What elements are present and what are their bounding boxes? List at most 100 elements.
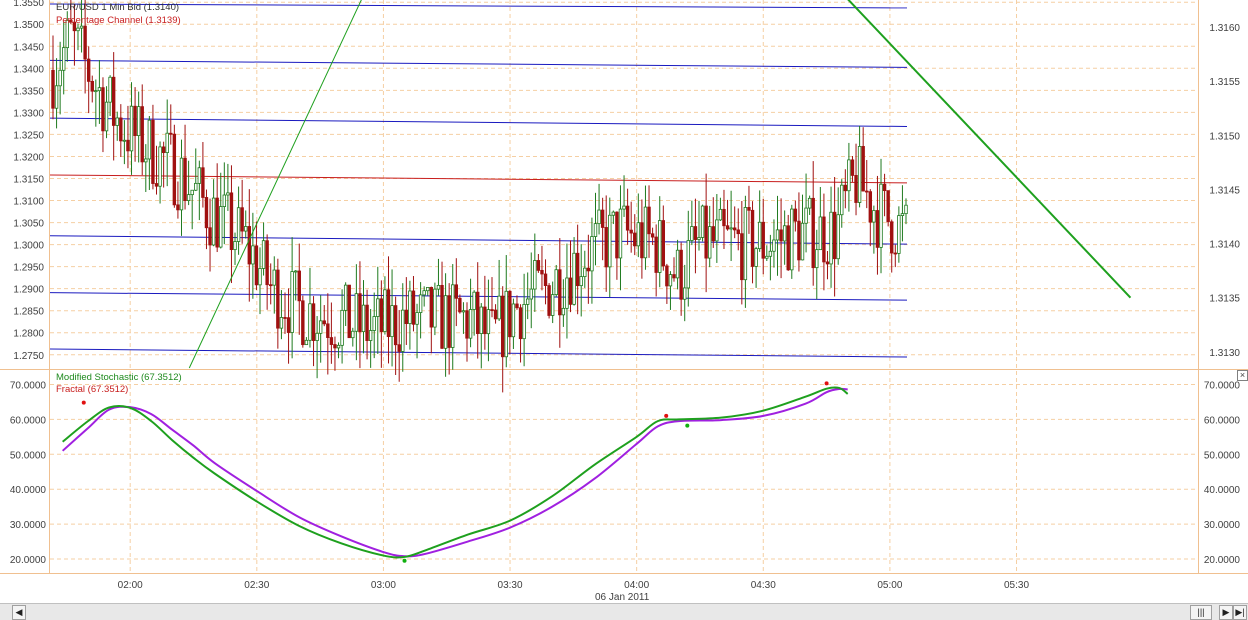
left-tick-label: 1.3550 (13, 0, 44, 9)
candle-body (397, 344, 401, 352)
candle-body (447, 295, 451, 348)
pause-button[interactable]: ||| (1190, 605, 1212, 620)
time-tick-label: 03:30 (498, 580, 523, 591)
candle-body (558, 269, 562, 316)
candle-body (865, 190, 869, 193)
candle-body (686, 240, 690, 289)
fractal-marker (664, 413, 669, 418)
candle-body (522, 304, 526, 340)
stoch-left-tick-label: 30.0000 (10, 520, 47, 531)
candle-body (336, 344, 341, 349)
candle-body (476, 291, 480, 334)
candle-body (850, 159, 855, 176)
right-tick-label: 1.3160 (1209, 23, 1240, 34)
left-tick-label: 1.3000 (13, 241, 44, 252)
candle-body (279, 317, 284, 329)
chart-area[interactable]: 1.3550 1.3500 1.3450 1.3400 1.3350 1.3300 1.32… (0, 0, 1248, 619)
candle-body (211, 197, 216, 246)
candle-body (254, 245, 259, 286)
candle-body (51, 69, 55, 109)
left-tick-label: 1.2800 (13, 329, 44, 340)
candle-body (515, 303, 519, 309)
candle-body (604, 227, 608, 268)
stoch-legend: Modified Stochastic (67.3512) (56, 372, 182, 383)
candle-body (815, 249, 819, 269)
candle-body (608, 214, 612, 268)
candle-body (890, 221, 894, 254)
candle-body (415, 312, 419, 325)
candle-body (683, 287, 687, 300)
candle-body (201, 167, 205, 198)
fractal-legend: Fractal (67.3512) (56, 384, 129, 395)
candle-body (126, 139, 130, 152)
candle-body (583, 267, 587, 278)
candle-body (165, 132, 169, 154)
candle-body (840, 184, 844, 216)
candle-body (775, 229, 780, 241)
candle-body (390, 305, 394, 338)
candle-body (186, 194, 191, 201)
channel-line (49, 59, 908, 68)
candle-body (611, 211, 616, 216)
candle-body (208, 227, 212, 246)
candle-body (236, 207, 241, 242)
stoch-right-tick-label: 60.0000 (1204, 415, 1241, 426)
close-panel-icon[interactable]: × (1237, 370, 1248, 381)
candle-body (86, 58, 91, 82)
candle-body (347, 284, 351, 339)
candle-body (368, 330, 373, 341)
candle-body (140, 106, 144, 163)
scroll-right-button[interactable]: ▶ (1219, 605, 1233, 620)
stoch-left-tick-label: 50.0000 (10, 450, 47, 461)
candle-body (183, 157, 187, 201)
candle-body (743, 207, 748, 281)
scrollbar[interactable]: ◀ ||| ▶ ▶| (0, 603, 1248, 620)
candle-body (807, 197, 812, 209)
candle-body (847, 159, 851, 192)
candle-body (622, 205, 626, 210)
candle-body (675, 249, 680, 279)
candle-body (529, 288, 533, 300)
right-tick-label: 1.3150 (1209, 131, 1240, 142)
candle-body (882, 183, 887, 192)
candle-body (875, 210, 880, 248)
candle-body (658, 220, 662, 273)
candle-body (497, 295, 501, 320)
candle-body (401, 309, 405, 352)
fractal-line (61, 387, 848, 558)
left-tick-label: 1.2900 (13, 285, 44, 296)
candle-body (765, 255, 769, 259)
candle-body (393, 305, 398, 346)
candle-body (111, 76, 116, 126)
candle-body (333, 344, 337, 349)
candle-body (768, 250, 773, 257)
candle-body (829, 211, 833, 265)
stoch-left-tick-label: 70.0000 (10, 380, 47, 391)
time-tick-label: 02:00 (118, 580, 143, 591)
candle-body (129, 105, 134, 152)
candle-body (326, 323, 330, 338)
left-tick-label: 1.3050 (13, 219, 44, 230)
candle-body (822, 216, 826, 263)
candle-body (290, 271, 294, 333)
channel-line (49, 348, 908, 358)
candle-body (757, 221, 762, 250)
candle-body (490, 309, 494, 311)
candle-body (665, 265, 669, 287)
candle-body (893, 252, 897, 255)
candle-body (436, 285, 441, 290)
left-tick-label: 1.3400 (13, 64, 44, 75)
candle-body (729, 227, 733, 230)
candle-body (579, 276, 583, 287)
candle-body (493, 309, 498, 320)
candle-body (661, 220, 666, 267)
candle-body (722, 208, 726, 227)
candle-body (454, 284, 459, 299)
fast-forward-button[interactable]: ▶| (1233, 605, 1247, 620)
candle-body (593, 223, 598, 237)
candle-body (786, 225, 790, 271)
candle-body (76, 27, 80, 32)
candle-body (258, 268, 262, 286)
scroll-left-button[interactable]: ◀ (12, 605, 26, 620)
stoch-right-tick-label: 50.0000 (1204, 450, 1241, 461)
